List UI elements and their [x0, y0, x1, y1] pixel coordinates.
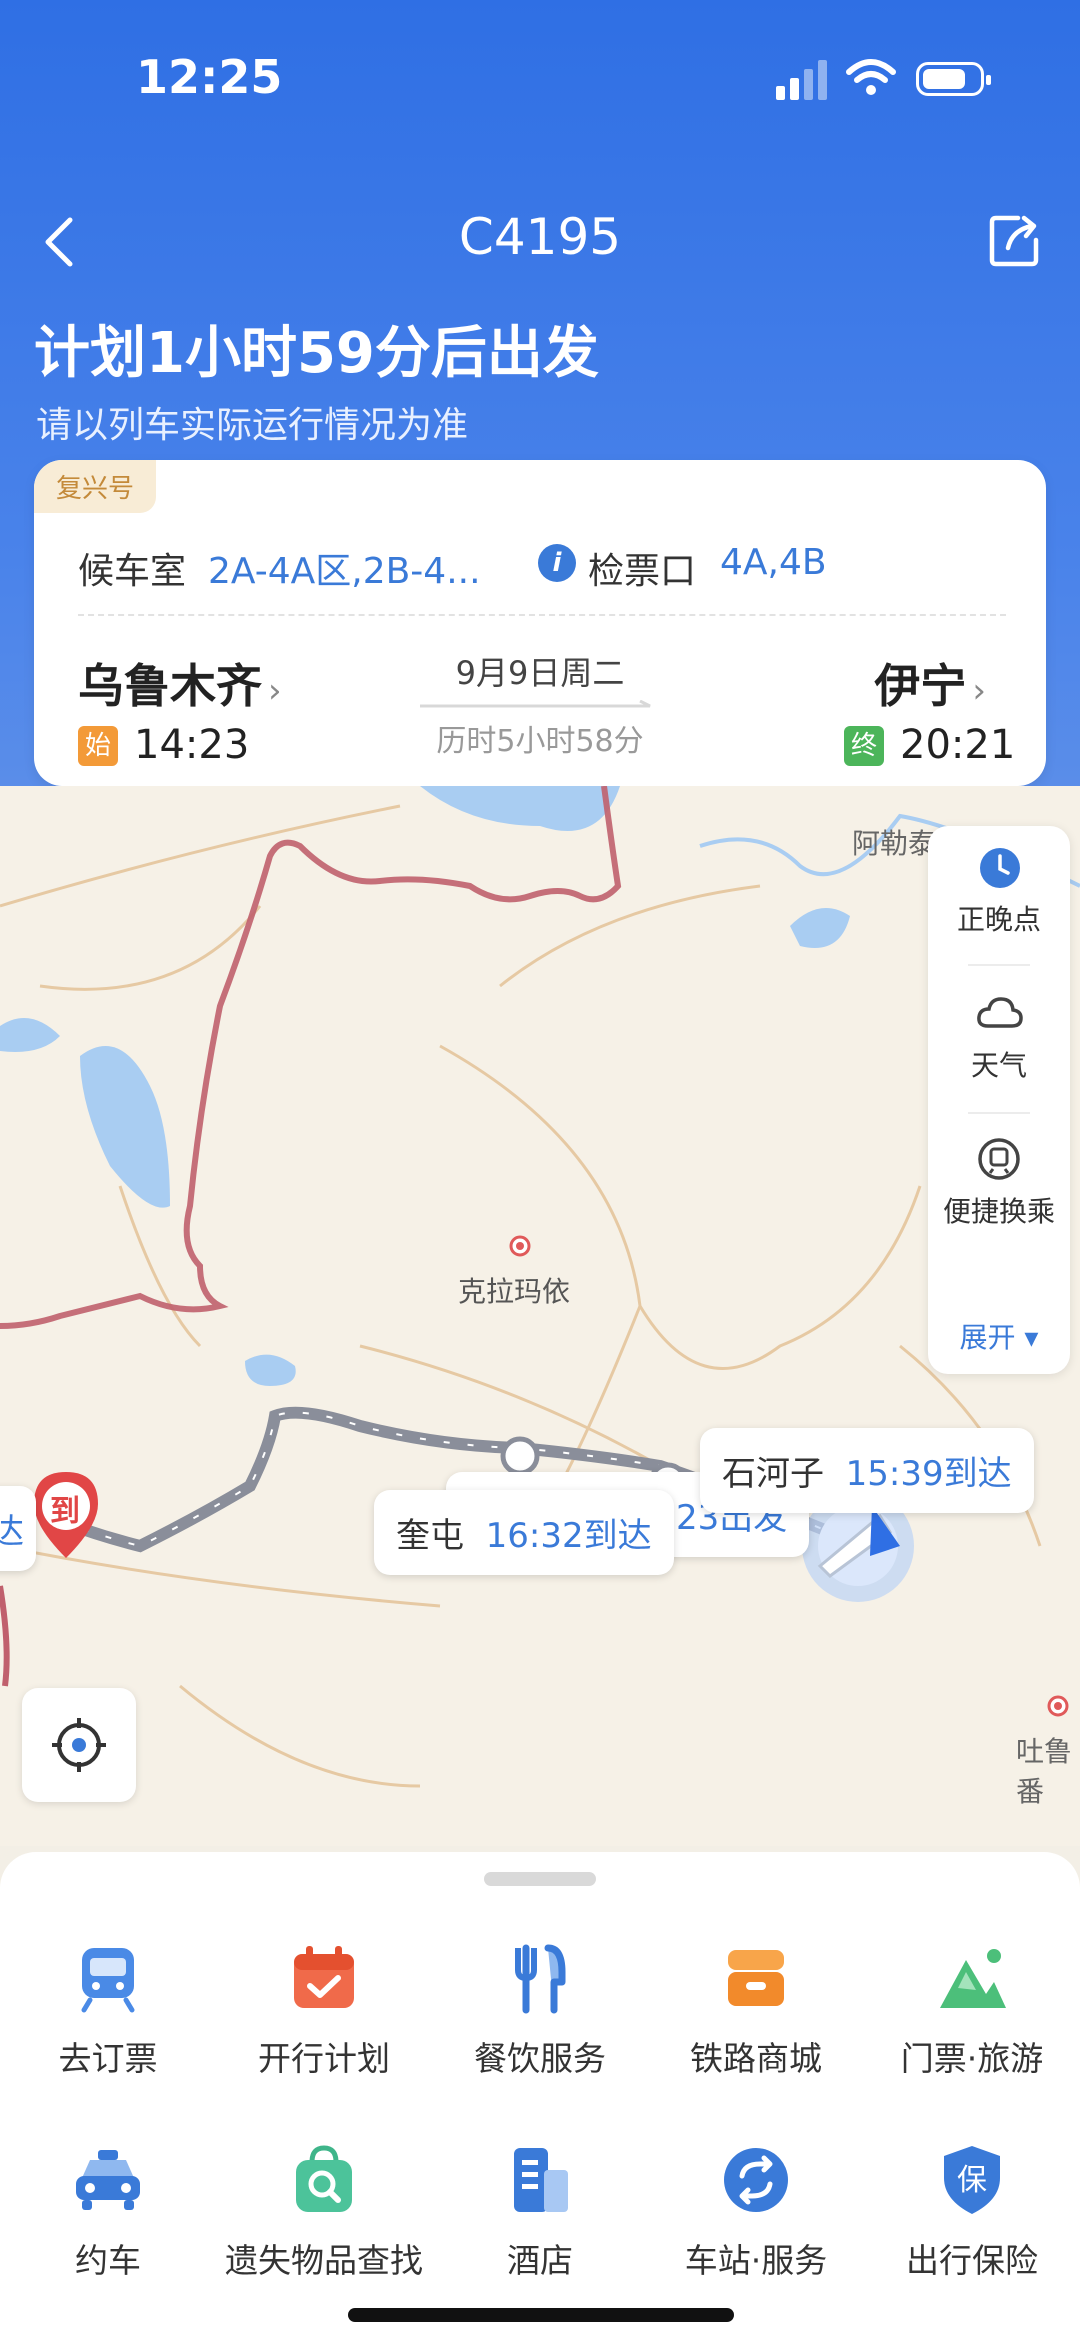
services-sheet: 去订票 开行计划 餐饮服务 铁路商城 门票·旅游 约车 遗失物品查找 酒店 车站… — [0, 1852, 1080, 2341]
bubble-status: 达 — [0, 1512, 24, 1552]
expand-label: 展开 — [959, 1321, 1016, 1354]
battery-icon — [916, 62, 991, 96]
service-label: 酒店 — [507, 2241, 573, 2280]
map-station-bubble-shihezi[interactable]: 石河子 15:39到达 — [700, 1428, 1034, 1513]
signal-icon — [776, 60, 827, 100]
service-dining[interactable]: 餐饮服务 — [432, 1942, 648, 2080]
weather-label: 天气 — [970, 1049, 1027, 1082]
map-station-bubble-partial[interactable]: 达 — [0, 1486, 36, 1571]
locate-icon — [52, 1718, 106, 1772]
service-station[interactable]: 车站·服务 — [648, 2144, 864, 2282]
home-indicator[interactable] — [348, 2308, 734, 2322]
caret-down-icon: ▾ — [1024, 1321, 1039, 1354]
train-info-card: 复兴号 候车室 2A-4A区,2B-4... i 检票口 4A,4B 乌鲁木齐 ›… — [34, 460, 1046, 786]
disclaimer-text: 请以列车实际运行情况为准 — [36, 405, 469, 446]
cloud-icon — [977, 997, 1023, 1028]
transfer-button[interactable]: 便捷换乘 — [928, 1136, 1070, 1256]
clock-icon — [980, 848, 1020, 888]
mountain-icon — [940, 1949, 1006, 2008]
share-icon[interactable] — [988, 212, 1042, 268]
to-station[interactable]: 伊宁 › — [874, 650, 986, 716]
service-insurance[interactable]: 保 出行保险 — [864, 2144, 1080, 2282]
transfer-icon — [978, 1138, 1020, 1180]
route-arrow-icon — [420, 700, 651, 708]
drag-handle[interactable] — [484, 1872, 596, 1886]
locate-button[interactable] — [22, 1688, 136, 1802]
service-schedule[interactable]: 开行计划 — [216, 1942, 432, 2080]
bubble-station-name: 奎屯 — [396, 1516, 464, 1556]
divider — [968, 964, 1030, 966]
expand-button[interactable]: 展开 ▾ — [928, 1316, 1070, 1356]
punctuality-label: 正晚点 — [956, 903, 1041, 936]
service-mall[interactable]: 铁路商城 — [648, 1942, 864, 2080]
calendar-icon — [294, 1946, 354, 2008]
departure-time: 14:23 — [134, 722, 250, 768]
arrival-marker-icon: 到 — [50, 1494, 80, 1529]
service-label: 车站·服务 — [684, 2241, 828, 2280]
service-hotel[interactable]: 酒店 — [432, 2144, 648, 2282]
service-label: 遗失物品查找 — [225, 2241, 423, 2280]
service-label: 门票·旅游 — [900, 2039, 1044, 2078]
map-side-panel: 正晚点 天气 便捷换乘 展开 ▾ — [928, 826, 1070, 1374]
service-lost-found[interactable]: 遗失物品查找 — [216, 2144, 432, 2282]
chevron-right-icon: › — [972, 671, 986, 711]
to-station-name: 伊宁 — [874, 659, 967, 713]
service-label: 餐饮服务 — [474, 2039, 606, 2078]
service-label: 去订票 — [58, 2039, 158, 2078]
punctuality-button[interactable]: 正晚点 — [928, 846, 1070, 966]
end-tag: 终 — [844, 726, 884, 766]
wifi-icon — [846, 59, 896, 95]
service-label: 开行计划 — [258, 2039, 390, 2078]
station-service-icon — [724, 2148, 788, 2212]
info-icon[interactable]: i — [538, 544, 576, 582]
map-canvas — [0, 786, 1080, 1788]
dining-icon — [515, 1944, 566, 2014]
svg-text:保: 保 — [957, 2163, 987, 2198]
transfer-label: 便捷换乘 — [942, 1195, 1055, 1228]
taxi-icon — [76, 2150, 140, 2210]
bubble-status: 16:32到达 — [485, 1516, 652, 1556]
service-tickets-travel[interactable]: 门票·旅游 — [864, 1942, 1080, 2080]
hotel-icon — [514, 2148, 568, 2212]
train-icon — [81, 1948, 135, 2013]
map-place-label: 克拉玛依 — [458, 1275, 571, 1308]
service-label: 铁路商城 — [690, 2039, 822, 2078]
service-label: 约车 — [75, 2241, 141, 2280]
waiting-room-value[interactable]: 2A-4A区,2B-4... — [208, 542, 481, 594]
departure-countdown: 计划1小时59分后出发 — [34, 321, 599, 386]
waiting-room-label: 候车室 — [78, 551, 187, 592]
map-place-label: 吐鲁番 — [1016, 1735, 1073, 1808]
service-book-ticket[interactable]: 去订票 — [0, 1942, 216, 2080]
service-taxi[interactable]: 约车 — [0, 2144, 216, 2282]
start-tag: 始 — [78, 726, 118, 766]
weather-button[interactable]: 天气 — [928, 990, 1070, 1110]
train-type-badge: 复兴号 — [34, 460, 157, 513]
arrival-time: 20:21 — [900, 722, 1016, 768]
ticket-gate-label: 检票口 — [588, 551, 697, 592]
divider — [78, 614, 1006, 616]
ticket-gate-value: 4A,4B — [720, 542, 827, 583]
map-station-bubble-kuitun[interactable]: 奎屯 16:32到达 — [374, 1490, 674, 1575]
service-label: 出行保险 — [906, 2241, 1038, 2280]
bubble-station-name: 石河子 — [722, 1454, 824, 1494]
bubble-status: 15:39到达 — [845, 1454, 1012, 1494]
status-time: 12:25 — [136, 50, 283, 104]
route-map[interactable]: 阿勒泰地区 克拉玛依 吐鲁番 到 达 — [0, 786, 1080, 1846]
shop-icon — [728, 1950, 784, 2006]
insurance-icon: 保 — [944, 2146, 1000, 2214]
divider — [968, 1112, 1030, 1114]
train-number-title: C4195 — [458, 208, 622, 266]
lost-found-icon — [296, 2145, 352, 2212]
